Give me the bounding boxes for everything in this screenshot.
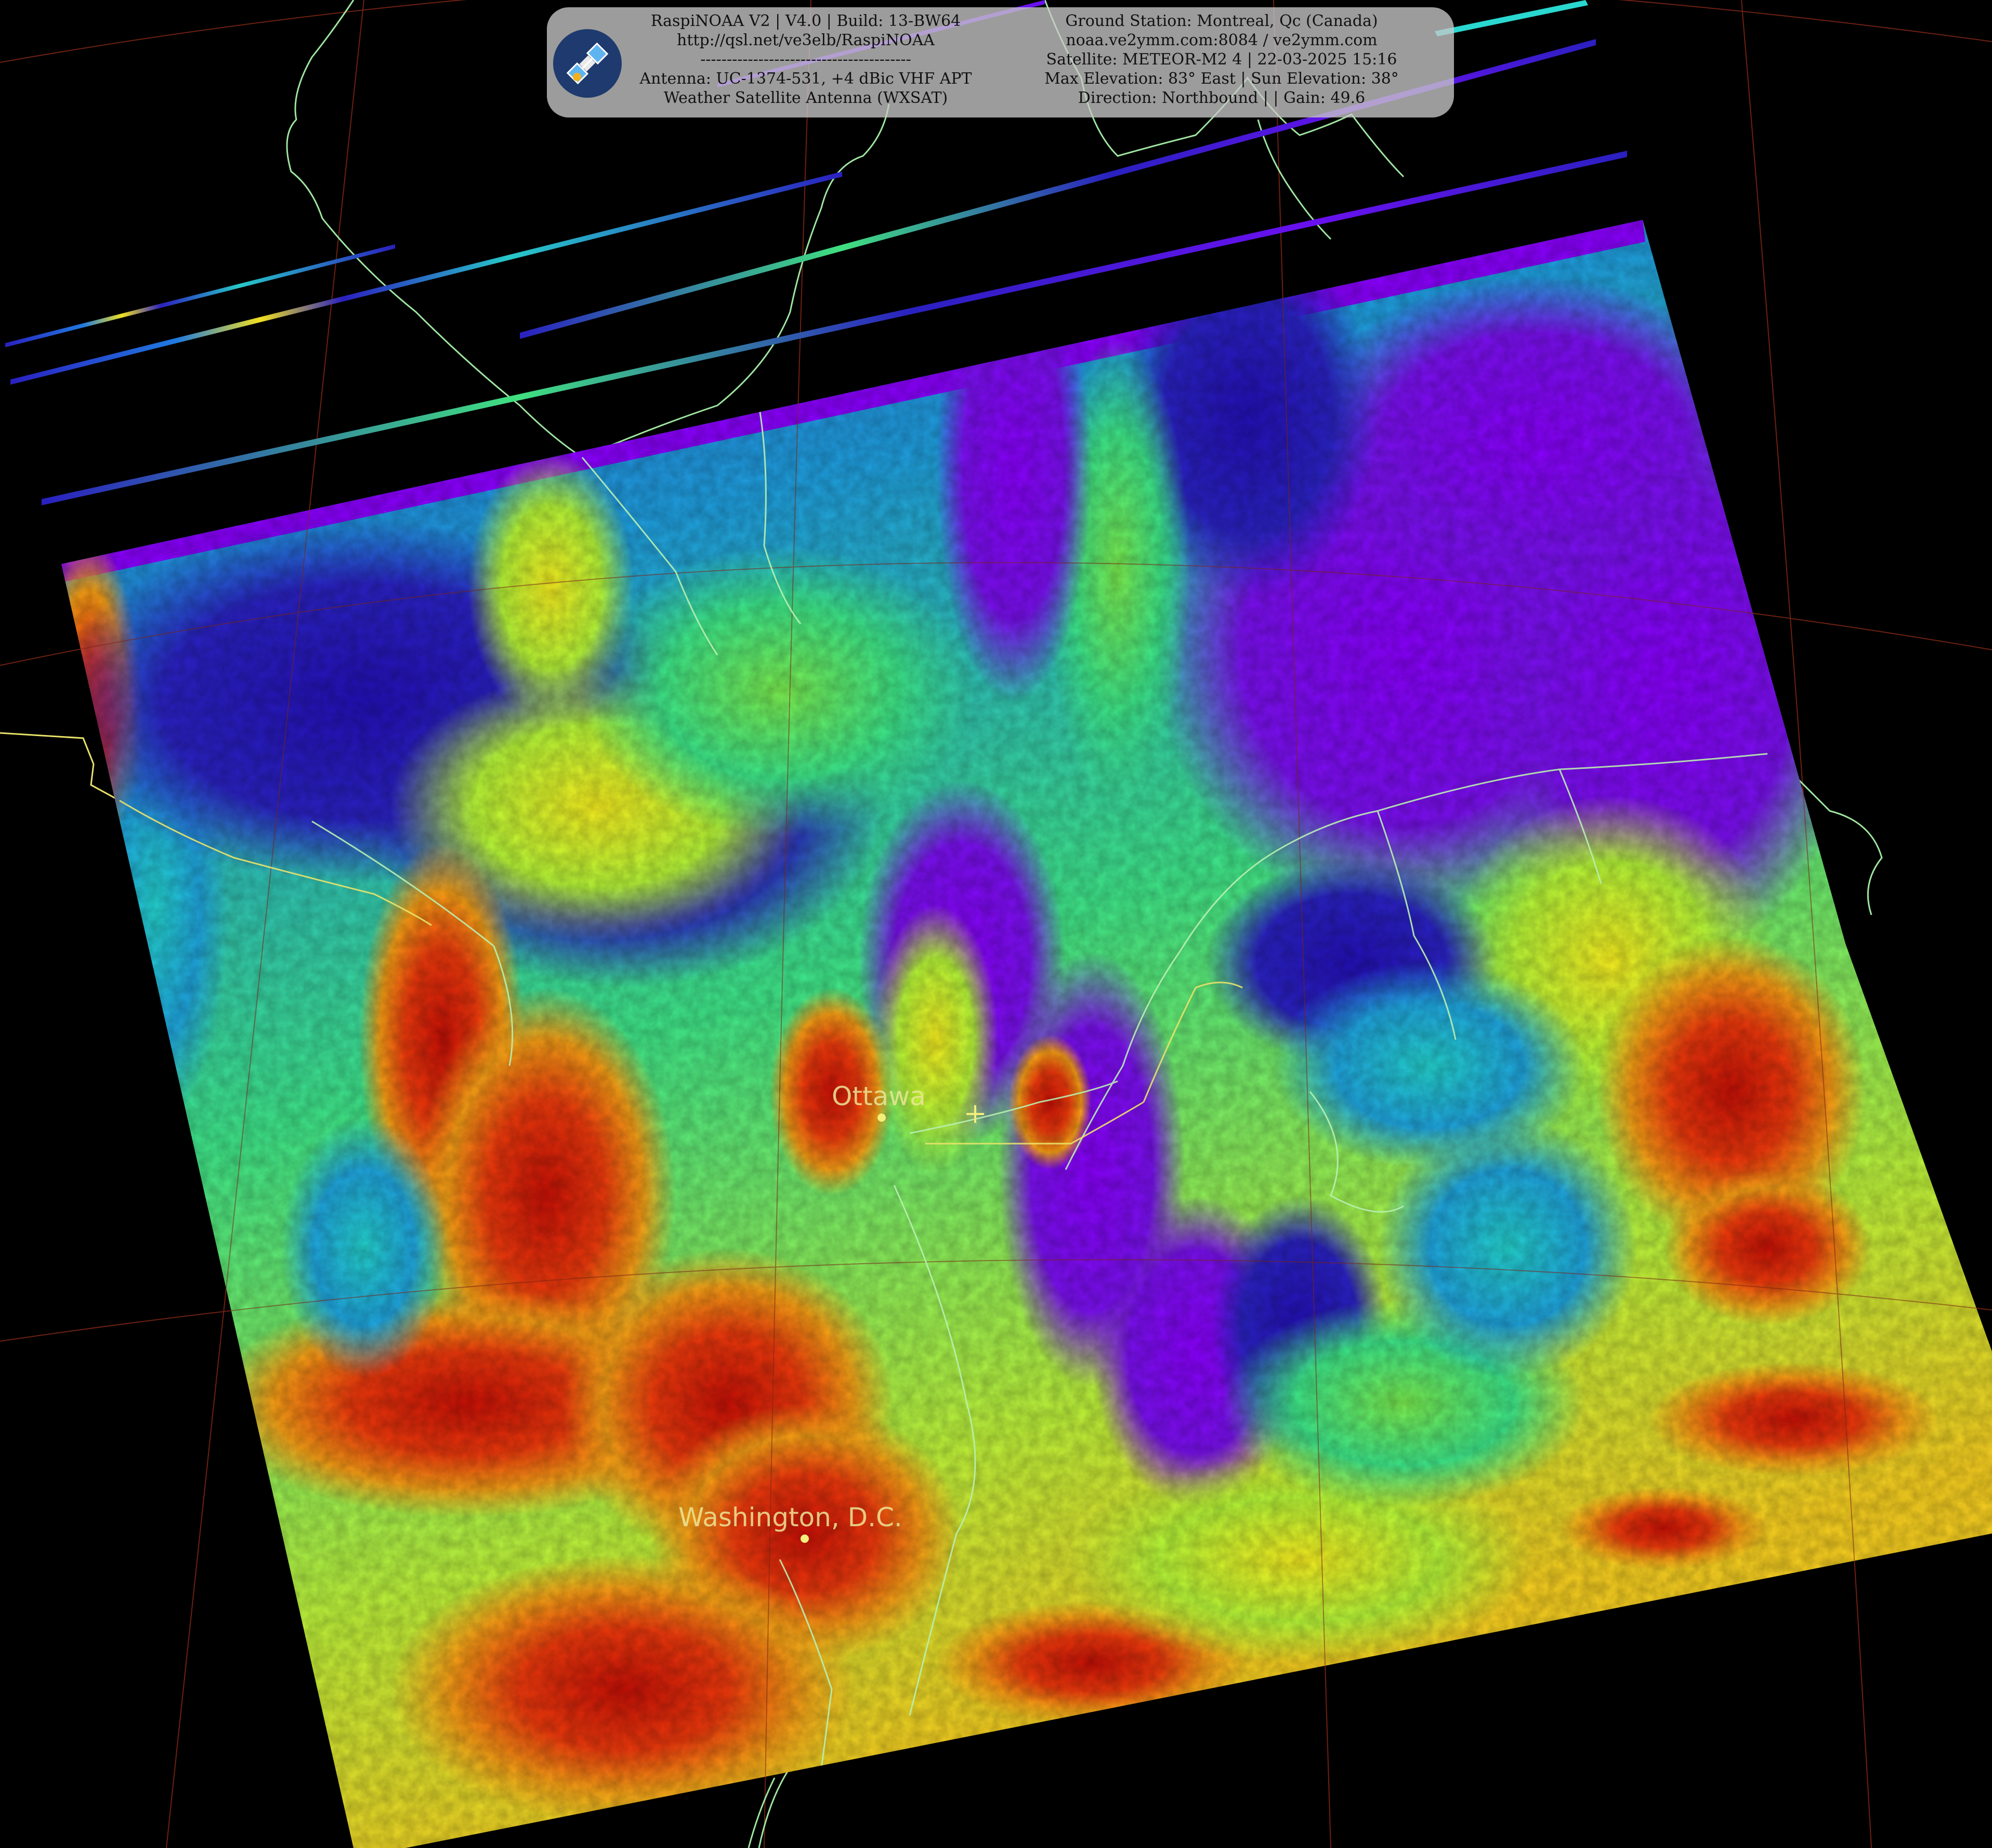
header-right-line: Ground Station: Montreal, Qc (Canada) <box>1065 12 1378 30</box>
city-marker-washington <box>801 1535 809 1543</box>
header-left-text: RaspiNOAA V2 | V4.0 | Build: 13-BW64 htt… <box>624 11 988 108</box>
header-right-line: Max Elevation: 83° East | Sun Elevation:… <box>1044 70 1399 88</box>
header-left-line: Antenna: UC-1374-531, +4 dBic VHF APT <box>639 70 972 88</box>
satellite-image-scene <box>0 0 1992 1848</box>
header-right-line: Satellite: METEOR-M2 4 | 22-03-2025 15:1… <box>1046 50 1397 69</box>
header-right-line: noaa.ve2ymm.com:8084 / ve2ymm.com <box>1066 31 1378 49</box>
header-left-line: Weather Satellite Antenna (WXSAT) <box>663 89 948 107</box>
header-left-line: http://qsl.net/ve3elb/RaspiNOAA <box>677 31 935 49</box>
city-label-washington: Washington, D.C. <box>678 1502 902 1532</box>
header-left-line: ---------------------------------------- <box>700 50 911 69</box>
header-right-line: Direction: Northbound | | Gain: 49.6 <box>1078 89 1366 107</box>
header-right-text: Ground Station: Montreal, Qc (Canada) no… <box>993 11 1450 108</box>
city-label-ottawa: Ottawa <box>832 1081 926 1111</box>
city-marker-ottawa <box>877 1113 886 1122</box>
satellite-icon <box>553 29 622 98</box>
header-left-line: RaspiNOAA V2 | V4.0 | Build: 13-BW64 <box>650 12 961 30</box>
